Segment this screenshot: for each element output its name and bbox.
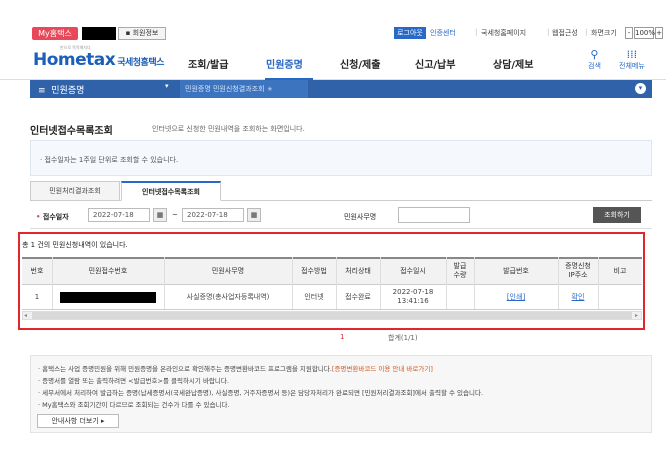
date-label-text: 접수일자 [42, 213, 69, 221]
calendar-from-icon[interactable]: ▦ [153, 208, 167, 222]
breadcrumb-text: 민원증명 민원신청결과조회 [185, 85, 265, 93]
date-from-input[interactable]: 2022-07-18 [88, 208, 150, 222]
search-label: 검색 [588, 62, 601, 70]
cell-work-name: 사실증명(총사업자등록내역) [186, 292, 270, 301]
cell-qty [446, 285, 474, 309]
search-button[interactable]: ⚲ 검색 [588, 49, 601, 71]
col-qty: 발급 수량 [453, 262, 467, 279]
dropdown-arrow-icon[interactable]: ▾ [165, 82, 169, 90]
cell-receipt-no [52, 285, 164, 309]
date-range-separator: ~ [172, 211, 178, 219]
notice-line-1: · 홈택스는 사업 증명민원을 위해 민원증명을 온라인으로 확인해주는 증명변… [38, 363, 433, 373]
col-datetime: 접수일시 [400, 266, 426, 275]
notice-line-4: · My홈택스와 조회기간이 다르므로 조회되는 건수가 다를 수 있습니다. [38, 401, 230, 409]
logo-text: Hometax [33, 50, 116, 70]
zoom-level: 100% [634, 27, 656, 39]
page-number[interactable]: 1 [340, 333, 344, 341]
logo-subtext: 국세청홈택스 [117, 58, 164, 68]
tab-result-inquiry[interactable]: 민원처리결과조회 [30, 181, 120, 201]
redacted-receipt-no [60, 291, 156, 303]
location-menu[interactable]: ≡ 민원증명 [38, 83, 84, 96]
search-icon: ⚲ [590, 48, 599, 61]
zoom-label: 화면크기 [591, 29, 617, 37]
my-hometax-button[interactable]: My홈택스 [32, 27, 78, 40]
member-info-button[interactable]: ▪ 회원정보 [118, 27, 166, 40]
row-divider [22, 309, 642, 310]
scroll-left-icon[interactable]: ◂ [24, 312, 27, 319]
tab-internet-receipt-list[interactable]: 인터넷접수목록조회 [121, 181, 221, 201]
nav-consult-report[interactable]: 상담/제보 [493, 56, 533, 71]
calendar-to-icon[interactable]: ▦ [247, 208, 261, 222]
notice-line-2: · 증명서를 열람 또는 출력하려면 <발급번호>를 클릭하시기 바랍니다. [38, 377, 229, 385]
scroll-right-icon[interactable]: ▸ [635, 312, 638, 319]
redacted-username [82, 27, 116, 40]
date-to-input[interactable]: 2022-07-18 [182, 208, 244, 222]
page-total: 합계(1/1) [388, 333, 418, 343]
member-info-label: 회원정보 [132, 29, 159, 37]
hometax-logo[interactable]: Hometax 국세청홈택스 [33, 50, 164, 70]
nav-inquiry-issue[interactable]: 조회/발급 [188, 56, 228, 71]
divider: | [585, 28, 588, 36]
cell-status: 접수완료 [345, 292, 371, 301]
col-ip: 증명신청 IP주소 [565, 262, 591, 279]
col-status: 처리상태 [345, 266, 371, 275]
nav-application-submit[interactable]: 신청/제출 [340, 56, 380, 71]
more-notice-button[interactable]: 안내사항 더보기 ▸ [37, 414, 119, 428]
barcode-guide-link[interactable]: [증명변환바코드 이용 안내 바로가기] [332, 365, 433, 373]
nav-report-pay[interactable]: 신고/납부 [415, 56, 455, 71]
notice-line-1-text: · 홈택스는 사업 증명민원을 위해 민원증명을 온라인으로 확인해주는 증명변… [38, 365, 332, 373]
search-submit-button[interactable]: 조회하기 [593, 207, 641, 223]
ip-confirm-link[interactable]: 확인 [558, 285, 598, 309]
page-description: 인터넷으로 신청한 민원내역을 조회하는 화면입니다. [152, 125, 305, 133]
page-title: 인터넷접수목록조회 [30, 126, 113, 137]
col-issue-no: 발급번호 [503, 266, 529, 275]
zoom-in-button[interactable]: + [655, 27, 663, 39]
cell-datetime: 2022-07-18 13:41:16 [392, 288, 434, 305]
cell-method: 인터넷 [304, 292, 324, 301]
divider: | [475, 28, 478, 36]
work-label: 민원사무명 [344, 213, 377, 221]
grid-icon: ⁞⁞⁞ [626, 48, 638, 61]
all-menu-button[interactable]: ⁞⁞⁞ 전체메뉴 [619, 49, 645, 71]
person-icon: ▪ [125, 29, 131, 37]
nav-civil-certificate[interactable]: 민원증명 [266, 56, 303, 71]
print-link[interactable]: [인쇄] [474, 285, 558, 309]
breadcrumb: 민원증명 민원신청결과조회 ★ [185, 84, 273, 94]
zoom-out-button[interactable]: - [625, 27, 633, 39]
cell-note [598, 285, 642, 309]
required-marker: • [36, 213, 41, 221]
col-receipt-no: 민원접수번호 [88, 266, 128, 275]
location-bar [30, 80, 652, 98]
col-note: 비고 [613, 266, 627, 275]
notice-line-3: · 세무서에서 처리하여 발급하는 증명(납세증명서(국세완납증명), 사실증명… [38, 389, 484, 397]
scrollbar-thumb[interactable] [32, 312, 632, 319]
col-method: 접수방법 [301, 266, 327, 275]
top-link-nts[interactable]: 국세청홈페이지 [481, 28, 526, 38]
top-link-cert[interactable]: 인증센터 [430, 28, 456, 38]
info-text: · 접수일자는 1주일 단위로 조회할 수 있습니다. [40, 156, 179, 164]
page-total-label: 합계 [388, 334, 401, 342]
cell-no: 1 [34, 292, 40, 301]
page-total-value: (1/1) [400, 334, 418, 342]
date-label: • 접수일자 [36, 212, 69, 222]
top-link-accessibility[interactable]: 웹접근성 [552, 28, 578, 38]
location-menu-label: 민원증명 [51, 86, 85, 96]
star-icon[interactable]: ★ [267, 85, 273, 93]
hamburger-icon: ≡ [38, 86, 46, 96]
divider: | [547, 28, 550, 36]
logout-button[interactable]: 로그아웃 [394, 27, 426, 39]
col-no: 번호 [30, 266, 44, 275]
col-work-name: 민원사무명 [211, 266, 245, 275]
work-name-input[interactable] [398, 207, 470, 223]
all-menu-label: 전체메뉴 [619, 62, 645, 70]
chevron-down-icon[interactable]: ▾ [635, 83, 646, 94]
result-count: 총 1 건의 민원신청내역이 있습니다. [22, 241, 128, 249]
